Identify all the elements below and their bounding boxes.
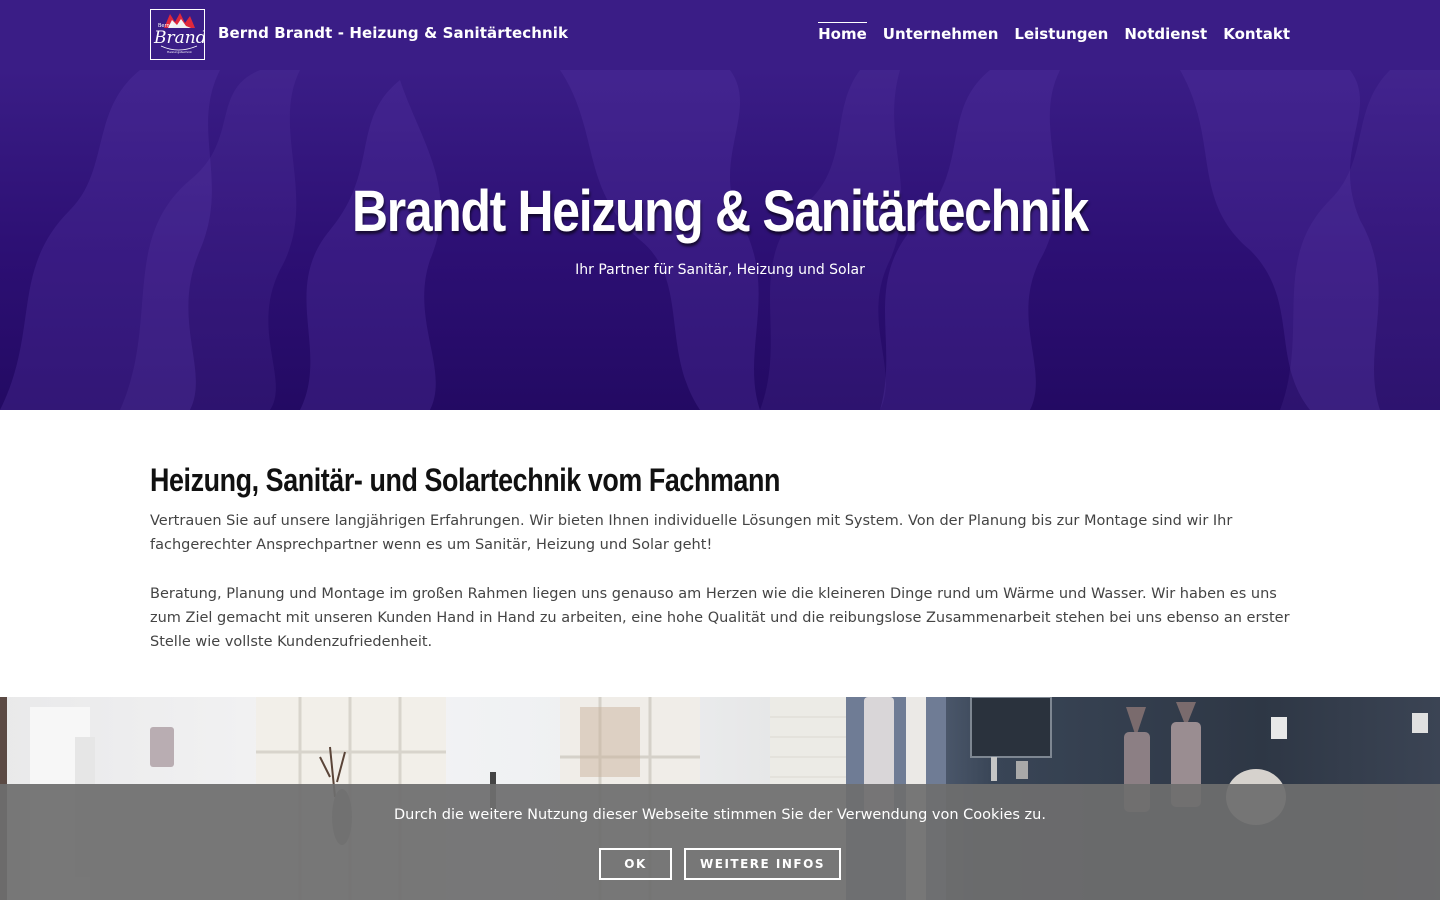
intro-paragraph-2: Beratung, Planung und Montage im großen …	[150, 586, 1290, 650]
svg-text:Brandt: Brandt	[153, 28, 205, 48]
nav-unternehmen[interactable]: Unternehmen	[883, 22, 999, 48]
nav-leistungen[interactable]: Leistungen	[1014, 22, 1108, 48]
hero-title: Brandt Heizung & Sanitärtechnik	[351, 179, 1089, 244]
nav-notdienst[interactable]: Notdienst	[1124, 22, 1207, 48]
intro-heading: Heizung, Sanitär- und Solartechnik vom F…	[150, 462, 780, 498]
svg-text:Bernd: Bernd	[158, 23, 173, 29]
nav-home[interactable]: Home	[818, 22, 867, 48]
svg-text:Heizungstechnik: Heizungstechnik	[167, 50, 192, 54]
cookie-more-info-button[interactable]: WEITERE INFOS	[684, 848, 841, 880]
intro-paragraph-1: Vertrauen Sie auf unsere langjährigen Er…	[150, 513, 1233, 553]
company-logo[interactable]: Brandt Bernd Heizungstechnik	[150, 9, 205, 60]
cookie-ok-button[interactable]: OK	[599, 848, 672, 880]
cookie-banner: Durch die weitere Nutzung dieser Webseit…	[0, 784, 1440, 900]
cookie-notice-text: Durch die weitere Nutzung dieser Webseit…	[394, 807, 1046, 823]
site-title[interactable]: Bernd Brandt - Heizung & Sanitärtechnik	[218, 24, 568, 42]
cookie-buttons: OK WEITERE INFOS	[0, 848, 1440, 880]
brand-link[interactable]: Brandt Bernd Heizungstechnik Bernd Brand…	[150, 9, 568, 60]
hero-banner: Brandt Heizung & Sanitärtechnik Ihr Part…	[0, 70, 1440, 410]
top-navbar: Brandt Bernd Heizungstechnik Bernd Brand…	[0, 0, 1440, 70]
intro-section: Heizung, Sanitär- und Solartechnik vom F…	[150, 462, 1290, 654]
hero-subtitle: Ihr Partner für Sanitär, Heizung und Sol…	[575, 262, 865, 278]
nav-kontakt[interactable]: Kontakt	[1223, 22, 1290, 48]
main-nav: Home Unternehmen Leistungen Notdienst Ko…	[802, 22, 1290, 48]
